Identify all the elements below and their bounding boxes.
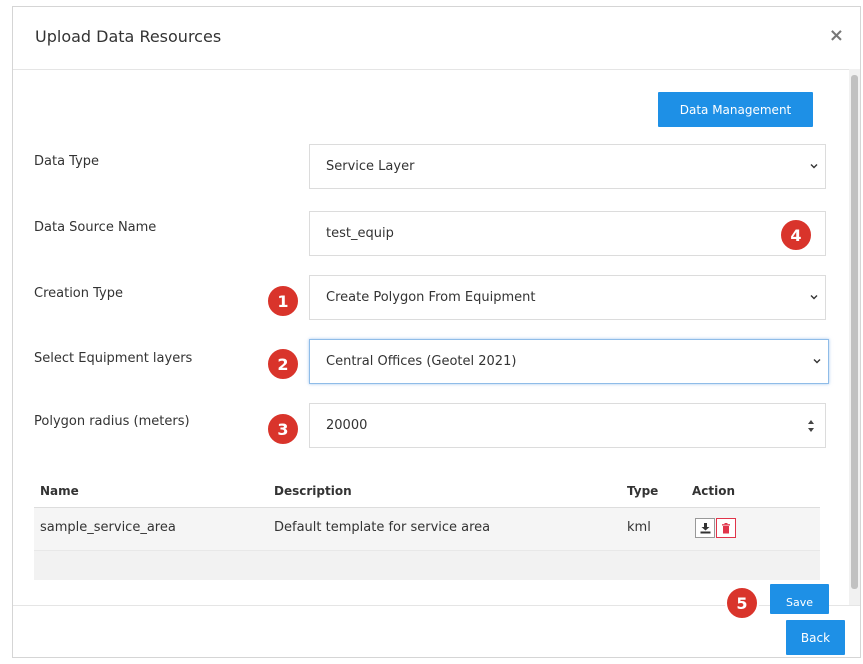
- resources-table: Name Description Type Action sample_serv…: [34, 474, 820, 580]
- scrollbar[interactable]: [849, 69, 860, 605]
- column-description: Description: [274, 484, 352, 498]
- polygon-radius-value: 20000: [326, 418, 368, 433]
- table-footer: [34, 550, 820, 580]
- equipment-layers-label: Select Equipment layers: [34, 351, 193, 366]
- equipment-layers-select[interactable]: Central Offices (Geotel 2021): [309, 339, 829, 384]
- row-type: kml: [627, 520, 651, 535]
- scrollbar-thumb[interactable]: [851, 75, 858, 589]
- step-badge-5: 5: [725, 586, 759, 620]
- step-badge-4: 4: [779, 218, 813, 252]
- polygon-radius-input[interactable]: 20000: [309, 403, 826, 448]
- download-icon: [700, 522, 710, 533]
- row-description: Default template for service area: [274, 520, 491, 535]
- creation-type-select[interactable]: Create Polygon From Equipment: [309, 275, 826, 320]
- table-header: Name Description Type Action: [34, 474, 820, 508]
- save-button[interactable]: Save: [770, 584, 829, 614]
- creation-type-label: Creation Type: [34, 286, 123, 301]
- chevron-down-icon: [813, 359, 821, 364]
- upload-dialog: Upload Data Resources × Data Management …: [12, 6, 861, 658]
- close-icon[interactable]: ×: [829, 27, 844, 45]
- step-badge-1: 1: [266, 284, 300, 318]
- data-source-name-input[interactable]: test_equip: [309, 211, 826, 256]
- data-type-label: Data Type: [34, 154, 100, 169]
- data-management-button[interactable]: Data Management: [658, 92, 813, 127]
- step-badge-3: 3: [266, 412, 300, 446]
- data-type-select[interactable]: Service Layer: [309, 144, 826, 189]
- chevron-down-icon: [810, 164, 818, 169]
- creation-type-value: Create Polygon From Equipment: [326, 290, 536, 305]
- row-name: sample_service_area: [40, 520, 176, 535]
- trash-icon: [722, 522, 730, 533]
- back-button[interactable]: Back: [786, 620, 845, 655]
- dialog-title: Upload Data Resources: [35, 27, 222, 46]
- download-button[interactable]: [695, 518, 715, 538]
- column-type: Type: [627, 484, 659, 498]
- table-row: sample_service_area Default template for…: [34, 508, 820, 550]
- column-action: Action: [692, 484, 736, 498]
- step-badge-2: 2: [266, 347, 300, 381]
- spinner-arrows-icon[interactable]: [807, 418, 815, 434]
- data-type-value: Service Layer: [326, 159, 415, 174]
- dialog-header: Upload Data Resources ×: [13, 7, 860, 70]
- chevron-down-icon: [810, 295, 818, 300]
- equipment-layers-value: Central Offices (Geotel 2021): [326, 354, 517, 369]
- data-source-name-label: Data Source Name: [34, 220, 157, 235]
- data-source-name-value: test_equip: [326, 226, 394, 241]
- polygon-radius-label: Polygon radius (meters): [34, 414, 190, 429]
- delete-button[interactable]: [716, 518, 736, 538]
- column-name: Name: [40, 484, 79, 498]
